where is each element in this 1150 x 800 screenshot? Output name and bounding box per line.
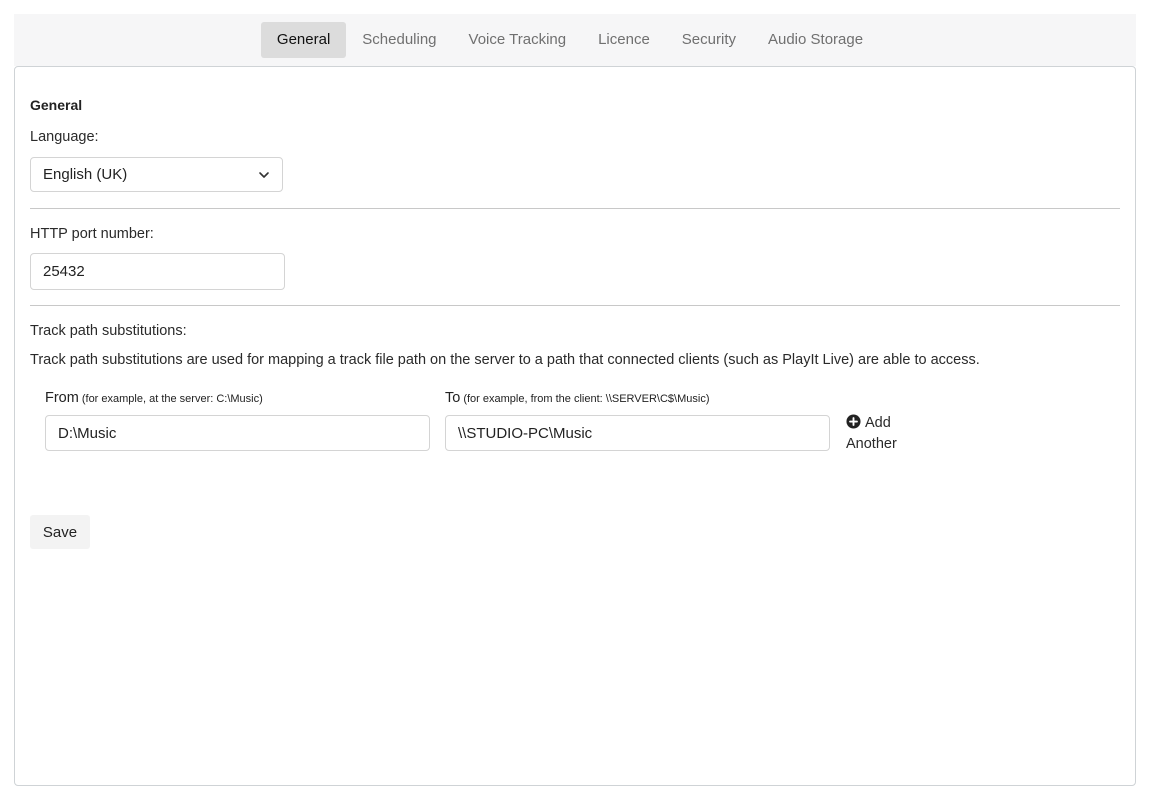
language-select[interactable]: English (UK) bbox=[30, 157, 283, 192]
divider bbox=[30, 208, 1120, 209]
to-label: To bbox=[445, 390, 461, 406]
plus-circle-icon bbox=[846, 414, 861, 429]
http-port-input[interactable]: 25432 bbox=[30, 253, 285, 290]
add-another-button[interactable]: Add Another bbox=[846, 413, 916, 455]
tab-audio-storage[interactable]: Audio Storage bbox=[752, 22, 879, 58]
http-port-label: HTTP port number: bbox=[30, 226, 154, 242]
from-hint: (for example, at the server: C:\Music) bbox=[81, 393, 263, 405]
from-field-heading: From (for example, at the server: C:\Musi… bbox=[45, 390, 263, 406]
tab-scheduling[interactable]: Scheduling bbox=[346, 22, 452, 58]
section-title: General bbox=[30, 97, 83, 113]
divider bbox=[30, 305, 1120, 306]
track-path-substitutions-description: Track path substitutions are used for ma… bbox=[30, 352, 980, 368]
track-path-substitutions-label: Track path substitutions: bbox=[30, 323, 187, 339]
to-field-heading: To (for example, from the client: \\SERVE… bbox=[445, 390, 709, 406]
from-path-input[interactable]: D:\Music bbox=[45, 415, 430, 451]
save-button[interactable]: Save bbox=[30, 515, 90, 549]
to-path-input[interactable]: \\STUDIO-PC\Music bbox=[445, 415, 830, 451]
from-path-value: D:\Music bbox=[58, 424, 117, 442]
language-selected-value: English (UK) bbox=[43, 166, 128, 183]
to-hint: (for example, from the client: \\SERVER\… bbox=[463, 393, 710, 405]
tab-voice-tracking[interactable]: Voice Tracking bbox=[453, 22, 583, 58]
to-path-value: \\STUDIO-PC\Music bbox=[458, 424, 593, 442]
settings-tabbar: General Scheduling Voice Tracking Licenc… bbox=[14, 14, 1136, 66]
tab-security[interactable]: Security bbox=[666, 22, 752, 58]
tab-list: General Scheduling Voice Tracking Licenc… bbox=[260, 22, 879, 58]
tab-general[interactable]: General bbox=[260, 22, 347, 58]
chevron-down-icon bbox=[259, 172, 269, 178]
tab-licence[interactable]: Licence bbox=[582, 22, 666, 58]
language-label: Language: bbox=[30, 129, 99, 145]
settings-panel: General Language: English (UK) HTTP port… bbox=[14, 66, 1136, 786]
from-label: From bbox=[45, 390, 79, 406]
http-port-value: 25432 bbox=[43, 263, 85, 280]
